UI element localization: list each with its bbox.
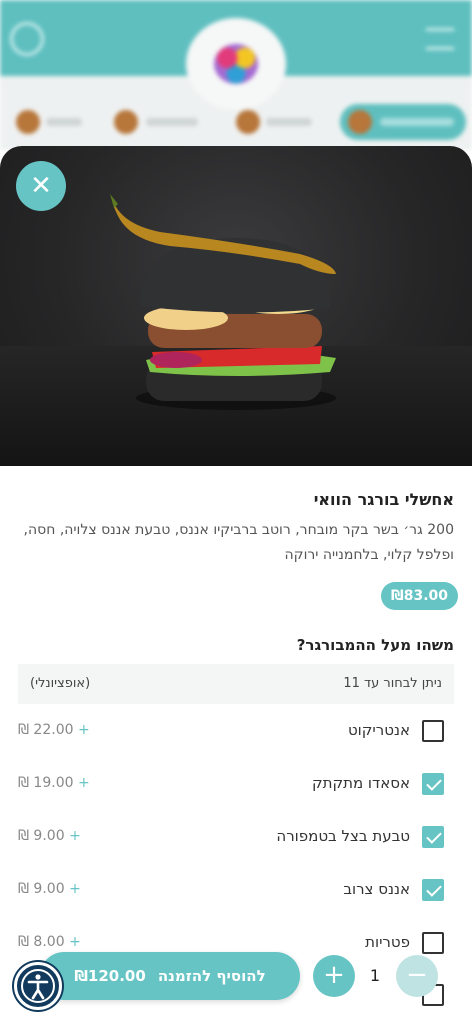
option-checkbox[interactable] — [422, 773, 444, 795]
background-category-active — [340, 104, 466, 140]
options-hint: ניתן לבחור עד 11 — [343, 676, 442, 691]
options-hint-bar: ניתן לבחור עד 11 (אופציונלי) — [18, 664, 454, 704]
option-price: ₪ 9.00 + — [18, 881, 81, 897]
minus-icon: − — [406, 960, 428, 990]
background-user-icon — [10, 22, 44, 56]
option-checkbox[interactable] — [422, 932, 444, 954]
option-row[interactable]: אסאדו מתקתק ₪ 19.00 + — [18, 769, 454, 799]
quantity-value: 1 — [369, 966, 381, 985]
background-logo-mark — [214, 44, 258, 84]
option-checkbox[interactable] — [422, 826, 444, 848]
plus-icon: + — [77, 775, 90, 791]
item-modal: ✕ אחשלי בורגר הוואי 200 גר׳ בשר בקר מובח… — [0, 146, 472, 1024]
option-name: אננס צרוב — [343, 880, 410, 898]
options-section-title: משהו מעל ההמבורגר? — [296, 636, 454, 654]
option-name: אסאדו מתקתק — [311, 774, 410, 792]
plus-icon: + — [69, 934, 81, 950]
option-row[interactable]: טבעת בצל בטמפורה ₪ 9.00 + — [18, 822, 454, 852]
option-name: טבעת בצל בטמפורה — [276, 827, 410, 845]
option-price: ₪ 22.00 + — [18, 722, 90, 738]
plus-icon: + — [69, 881, 81, 897]
burger-image: ✕ — [0, 146, 472, 466]
option-price: ₪ 19.00 + — [18, 775, 90, 791]
option-row[interactable]: אנטריקוט ₪ 22.00 + — [18, 716, 454, 746]
plus-icon: + — [69, 828, 81, 844]
accessibility-icon — [21, 969, 55, 1003]
option-checkbox[interactable] — [422, 720, 444, 742]
background-category-3 — [232, 104, 322, 140]
burger-illustration — [110, 194, 336, 410]
close-button[interactable]: ✕ — [16, 161, 66, 211]
add-to-order-button[interactable]: להוסיף להזמנה ₪120.00 — [40, 952, 300, 1000]
quantity-increase-button[interactable]: + — [313, 955, 355, 997]
order-total: ₪120.00 — [74, 967, 146, 985]
background-category-1 — [10, 104, 90, 140]
item-title: אחשלי בורגר הוואי — [313, 490, 454, 509]
background-menu-icon — [426, 28, 454, 50]
option-name: אנטריקוט — [347, 721, 410, 739]
item-price-badge: ₪83.00 — [381, 582, 458, 610]
close-icon: ✕ — [30, 171, 52, 201]
plus-icon: + — [323, 960, 345, 990]
option-checkbox[interactable] — [422, 879, 444, 901]
item-description: 200 גר׳ בשר בקר מובחר, רוטב ברביקיו אננס… — [23, 522, 454, 563]
optional-label: (אופציונלי) — [30, 676, 91, 691]
option-price: ₪ 8.00 + — [18, 934, 81, 950]
quantity-decrease-button[interactable]: − — [396, 955, 438, 997]
option-row[interactable]: אננס צרוב ₪ 9.00 + — [18, 875, 454, 905]
option-price: ₪ 9.00 + — [18, 828, 81, 844]
plus-icon: + — [77, 722, 90, 738]
add-to-order-label: להוסיף להזמנה — [157, 967, 266, 985]
accessibility-button[interactable] — [14, 962, 62, 1010]
option-name: פטריות — [365, 933, 410, 951]
background-app-header — [0, 0, 472, 150]
background-category-2 — [110, 104, 206, 140]
